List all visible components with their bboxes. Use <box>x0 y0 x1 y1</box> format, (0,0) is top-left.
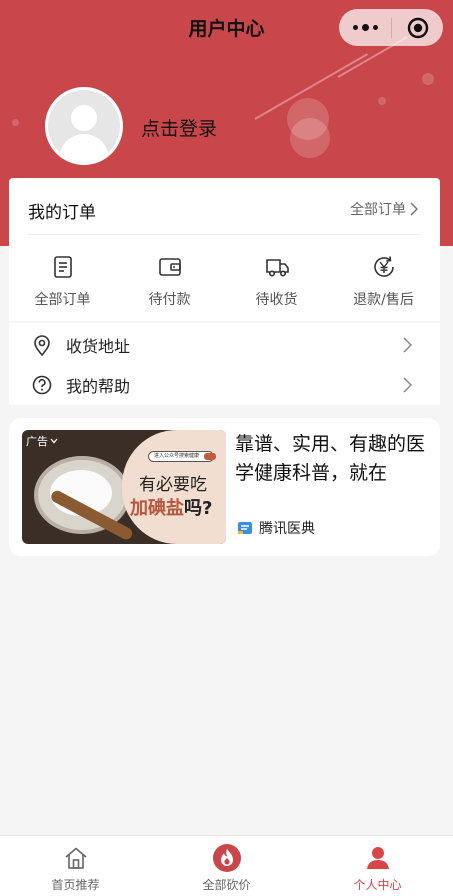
ad-description: 靠谱、实用、有趣的医学健康科普，就在 <box>235 433 426 484</box>
decor-bubble <box>290 118 330 158</box>
ad-source[interactable]: 腾讯医典 <box>237 518 315 538</box>
ad-image-headline: 有必要吃 <box>139 475 207 495</box>
order-item-label: 待收货 <box>255 292 298 308</box>
flame-icon <box>212 844 241 872</box>
tab-label: 全部砍价 <box>202 878 251 892</box>
tab-bargain[interactable]: 全部砍价 <box>151 836 302 896</box>
ad-image[interactable]: 广告 进入公众号搜索健康 有必要吃 加碘盐吗? <box>22 430 226 544</box>
orders-divider <box>28 234 421 235</box>
order-item-refund[interactable]: 退款/售后 <box>330 253 437 309</box>
ad-image-keyword: 加碘盐 <box>130 498 184 519</box>
delivery-truck-icon <box>265 259 289 277</box>
orders-card: 我的订单 全部订单 全部订单 待付款 待收货 退款/售后 <box>9 178 440 321</box>
menu-item-label: 收货地址 <box>66 337 131 356</box>
order-item-unpaid[interactable]: 待付款 <box>116 253 223 309</box>
settings-menu: 收货地址 我的帮助 <box>9 323 440 405</box>
refund-yen-icon <box>373 256 394 277</box>
tencent-medical-logo-icon <box>238 522 252 534</box>
chevron-down-icon <box>50 438 58 444</box>
order-item-label: 退款/售后 <box>353 292 414 308</box>
mini-program-capsule <box>339 9 443 46</box>
all-orders-label: 全部订单 <box>350 202 406 218</box>
ad-source-name: 腾讯医典 <box>259 521 315 537</box>
ad-image-search-icon <box>204 453 216 460</box>
more-dots-icon[interactable] <box>339 9 391 46</box>
target-circle-icon[interactable] <box>392 9 443 46</box>
menu-item-address[interactable]: 收货地址 <box>9 325 440 365</box>
login-link[interactable]: 点击登录 <box>141 114 217 141</box>
tab-profile[interactable]: 个人中心 <box>302 836 453 896</box>
all-orders-link[interactable]: 全部订单 <box>350 199 418 219</box>
order-item-all[interactable]: 全部订单 <box>9 253 116 309</box>
decor-bubble <box>378 97 386 105</box>
orders-title: 我的订单 <box>28 203 96 223</box>
home-icon <box>64 847 87 869</box>
chevron-right-icon <box>403 337 412 353</box>
chevron-right-icon <box>403 377 412 393</box>
avatar[interactable] <box>45 87 123 165</box>
decor-bubble <box>422 73 434 85</box>
ad-badge[interactable]: 广告 <box>26 433 58 449</box>
person-icon <box>366 847 389 869</box>
location-pin-icon <box>34 335 50 357</box>
help-circle-icon <box>32 375 52 395</box>
menu-item-help[interactable]: 我的帮助 <box>9 365 440 405</box>
chevron-right-icon <box>410 202 418 216</box>
ad-badge-label: 广告 <box>26 435 48 448</box>
decor-bubble <box>12 119 19 126</box>
order-item-label: 待付款 <box>148 292 191 308</box>
order-list-icon <box>53 256 72 278</box>
order-item-label: 全部订单 <box>34 292 91 308</box>
ad-card[interactable]: 广告 进入公众号搜索健康 有必要吃 加碘盐吗? 靠谱、实用、有趣的医学健康科普，… <box>9 418 440 556</box>
tab-label: 首页推荐 <box>51 878 100 892</box>
wallet-icon <box>158 258 181 276</box>
default-avatar-icon <box>58 105 110 162</box>
bottom-tabbar: 首页推荐 全部砍价 个人中心 <box>0 835 453 896</box>
menu-item-label: 我的帮助 <box>66 377 131 396</box>
ad-image-headline-2: 加碘盐吗? <box>130 494 212 520</box>
ad-image-question: 吗? <box>184 498 213 519</box>
tab-label: 个人中心 <box>353 878 402 892</box>
order-item-to-receive[interactable]: 待收货 <box>223 253 330 309</box>
tab-home[interactable]: 首页推荐 <box>0 836 151 896</box>
